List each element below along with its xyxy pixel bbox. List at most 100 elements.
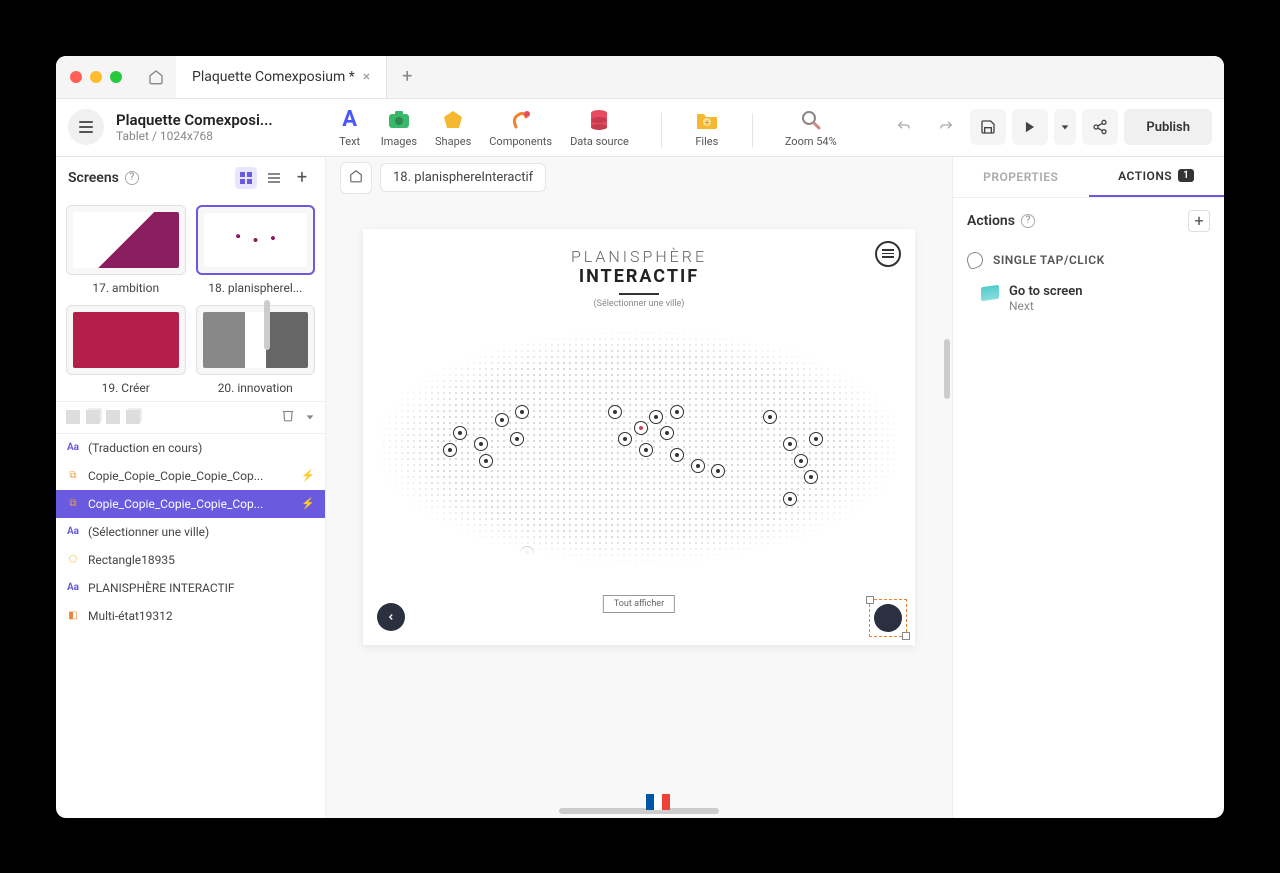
right-panel: PROPERTIES ACTIONS 1 Actions ? + SINGLE … bbox=[952, 157, 1224, 818]
redo-icon bbox=[938, 119, 954, 135]
screen-thumb-18[interactable]: 18. planispherel... bbox=[196, 205, 316, 295]
event-row[interactable]: SINGLE TAP/CLICK bbox=[953, 244, 1224, 276]
screens-grid: 17. ambition 18. planispherel... 19. Cré… bbox=[56, 199, 325, 401]
right-tabbar: PROPERTIES ACTIONS 1 bbox=[953, 157, 1224, 198]
copy-layer-icon: ⧉ bbox=[66, 469, 80, 483]
language-flag[interactable] bbox=[646, 794, 670, 810]
layer-label: Rectangle18935 bbox=[88, 553, 175, 567]
home-icon bbox=[148, 69, 164, 85]
add-action-button[interactable]: + bbox=[1188, 210, 1210, 232]
layer-row[interactable]: Aa(Sélectionner une ville) bbox=[56, 518, 325, 546]
layer-filter-4[interactable] bbox=[126, 410, 140, 424]
menu-button[interactable] bbox=[68, 109, 104, 145]
tab-properties[interactable]: PROPERTIES bbox=[953, 157, 1089, 197]
tab-actions[interactable]: ACTIONS 1 bbox=[1089, 157, 1225, 197]
screen-thumb-17[interactable]: 17. ambition bbox=[66, 205, 186, 295]
images-icon bbox=[386, 107, 412, 133]
bolt-icon: ⚡ bbox=[301, 469, 315, 482]
screen-thumb-19[interactable]: 19. Créer bbox=[66, 305, 186, 395]
traffic-lights bbox=[56, 71, 136, 83]
play-dropdown[interactable] bbox=[1054, 109, 1076, 145]
action-sub: Next bbox=[1009, 299, 1083, 313]
home-tab[interactable] bbox=[136, 56, 176, 98]
trash-icon bbox=[281, 408, 295, 422]
grid-view-toggle[interactable] bbox=[235, 167, 257, 189]
layer-filter-3[interactable] bbox=[106, 410, 120, 424]
tool-shapes[interactable]: Shapes bbox=[435, 107, 471, 148]
action-item[interactable]: Go to screen Next bbox=[953, 276, 1224, 321]
tool-zoom[interactable]: Zoom 54% bbox=[785, 107, 837, 148]
layer-row[interactable]: ◧Multi-état19312 bbox=[56, 602, 325, 630]
tool-datasource[interactable]: Data source bbox=[570, 107, 629, 148]
tool-components[interactable]: Components bbox=[489, 107, 552, 148]
bolt-icon: ⚡ bbox=[301, 497, 315, 510]
breadcrumb-current[interactable]: 18. planisphereInteractif bbox=[380, 163, 546, 192]
breadcrumb-home[interactable] bbox=[340, 162, 372, 194]
close-tab-icon[interactable]: × bbox=[363, 69, 370, 85]
artboard[interactable]: PLANISPHÈRE INTERACTIF (Sélectionner une… bbox=[363, 229, 915, 645]
layer-filter-1[interactable] bbox=[66, 410, 80, 424]
titlebar: Plaquette Comexposium * × + bbox=[56, 56, 1224, 99]
list-view-toggle[interactable] bbox=[263, 167, 285, 189]
project-subtitle: Tablet / 1024x768 bbox=[116, 129, 273, 143]
chevron-down-icon[interactable] bbox=[305, 412, 315, 422]
close-window[interactable] bbox=[70, 71, 82, 83]
redo-button[interactable] bbox=[928, 109, 964, 145]
layer-row[interactable]: ⬠Rectangle18935 bbox=[56, 546, 325, 574]
toolbar: Plaquette Comexposi... Tablet / 1024x768… bbox=[56, 99, 1224, 157]
shapes-icon bbox=[440, 107, 466, 133]
layers-list: Aa(Traduction en cours)⧉Copie_Copie_Copi… bbox=[56, 434, 325, 630]
text-layer-icon: Aa bbox=[66, 525, 80, 539]
prev-button bbox=[377, 603, 405, 631]
layer-row[interactable]: Aa(Traduction en cours) bbox=[56, 434, 325, 462]
scrollbar-vertical[interactable] bbox=[944, 339, 950, 399]
zoom-window[interactable] bbox=[110, 71, 122, 83]
minimize-window[interactable] bbox=[90, 71, 102, 83]
delete-layer-button[interactable] bbox=[281, 408, 299, 426]
undo-button[interactable] bbox=[886, 109, 922, 145]
tool-group: A Text Images Shapes Components bbox=[337, 107, 837, 148]
publish-button[interactable]: Publish bbox=[1124, 109, 1212, 145]
document-tab[interactable]: Plaquette Comexposium * × bbox=[176, 56, 387, 98]
artboard-title: PLANISPHÈRE INTERACTIF (Sélectionner une… bbox=[571, 247, 707, 309]
layer-row[interactable]: ⧉Copie_Copie_Copie_Copie_Cop...⚡ bbox=[56, 490, 325, 518]
layers-header bbox=[56, 402, 325, 434]
screens-scrollbar[interactable] bbox=[264, 300, 270, 350]
copy-layer-icon: ⧉ bbox=[66, 497, 80, 511]
canvas-scroll[interactable]: PLANISPHÈRE INTERACTIF (Sélectionner une… bbox=[326, 199, 952, 818]
selection-handles[interactable] bbox=[869, 599, 907, 637]
multi-layer-icon: ◧ bbox=[66, 609, 80, 623]
left-panel: Screens ? + 17. ambition 18. plani bbox=[56, 157, 326, 818]
folder-icon: + bbox=[694, 107, 720, 133]
share-button[interactable] bbox=[1082, 109, 1118, 145]
screens-header: Screens ? + bbox=[56, 157, 325, 199]
layer-row[interactable]: ⧉ Copie_Copie_Copie_Copie_Cop... ⚡ bbox=[56, 462, 325, 490]
help-icon[interactable]: ? bbox=[1021, 214, 1035, 228]
tool-images[interactable]: Images bbox=[381, 107, 417, 148]
layer-label: (Traduction en cours) bbox=[88, 441, 202, 455]
main: Screens ? + 17. ambition 18. plani bbox=[56, 157, 1224, 818]
chevron-left-icon bbox=[386, 612, 396, 622]
tool-files[interactable]: + Files bbox=[694, 107, 720, 148]
hamburger-icon bbox=[79, 121, 93, 133]
tap-icon bbox=[965, 249, 986, 270]
layer-label: Copie_Copie_Copie_Copie_Cop... bbox=[88, 469, 263, 483]
layer-row[interactable]: AaPLANISPHÈRE INTERACTIF bbox=[56, 574, 325, 602]
svg-text:+: + bbox=[705, 118, 710, 127]
canvas-area: 18. planisphereInteractif PLANISPHÈRE IN… bbox=[326, 157, 952, 818]
help-icon[interactable]: ? bbox=[125, 171, 139, 185]
save-button[interactable] bbox=[970, 109, 1006, 145]
scrollbar-horizontal[interactable] bbox=[559, 808, 719, 814]
undo-icon bbox=[896, 119, 912, 135]
play-icon bbox=[1023, 120, 1037, 134]
chevron-down-icon bbox=[1060, 122, 1070, 132]
show-all-button: Tout afficher bbox=[603, 595, 675, 613]
screen-thumb-20[interactable]: 20. innovation bbox=[196, 305, 316, 395]
tool-text[interactable]: A Text bbox=[337, 107, 363, 148]
layers-panel: Aa(Traduction en cours)⧉Copie_Copie_Copi… bbox=[56, 401, 325, 630]
play-button[interactable] bbox=[1012, 109, 1048, 145]
add-screen-button[interactable]: + bbox=[291, 167, 313, 189]
add-tab[interactable]: + bbox=[387, 66, 427, 87]
text-layer-icon: Aa bbox=[66, 581, 80, 595]
layer-filter-2[interactable] bbox=[86, 410, 100, 424]
